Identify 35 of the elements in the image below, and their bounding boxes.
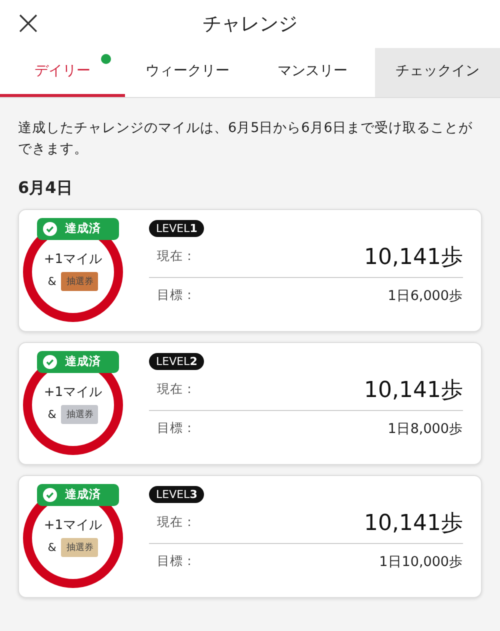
goal-steps: 1日6,000歩 [388, 286, 463, 305]
reward-text: +1マイル [44, 516, 102, 534]
page-title: チャレンジ [202, 12, 298, 37]
current-label: 現在： [157, 381, 196, 398]
and-text: & [48, 540, 56, 554]
date-heading: 6月4日 [17, 176, 74, 199]
current-steps: 10,141歩 [364, 374, 463, 405]
and-text: & [48, 408, 56, 421]
status-text: 達成済 [65, 487, 101, 502]
current-steps: 10,141歩 [364, 242, 463, 272]
close-button[interactable]: × [10, 6, 46, 40]
notice-text: 達成したチャレンジのマイルは、6月5日から6月6日まで受け取ることができます。 [17, 119, 474, 159]
status-text: 達成済 [65, 354, 101, 370]
tab[interactable]: チェックイン [375, 48, 500, 97]
check-icon [43, 222, 57, 236]
status-text: 達成済 [65, 221, 101, 236]
check-icon [43, 488, 57, 502]
goal-label: 目標： [157, 287, 196, 304]
reward-text: +1マイル [44, 250, 102, 268]
and-text: & [48, 274, 56, 288]
current-steps: 10,141歩 [364, 508, 463, 538]
current-label: 現在： [157, 248, 196, 266]
ticket-tag: 抽選券 [61, 538, 98, 557]
goal-steps: 1日10,000歩 [379, 552, 463, 571]
goal-label: 目標： [157, 420, 196, 438]
ticket-tag: 抽選券 [61, 272, 98, 291]
reward-text: +1マイル [44, 384, 102, 401]
current-label: 現在： [157, 514, 196, 532]
level-badge: LEVEL2 [149, 352, 204, 370]
level-badge: LEVEL1 [149, 220, 204, 237]
check-icon [43, 354, 57, 369]
goal-label: 目標： [157, 553, 196, 570]
goal-steps: 1日8,000歩 [388, 420, 463, 438]
level-badge: LEVEL3 [149, 486, 204, 503]
ticket-tag: 抽選券 [61, 404, 98, 424]
